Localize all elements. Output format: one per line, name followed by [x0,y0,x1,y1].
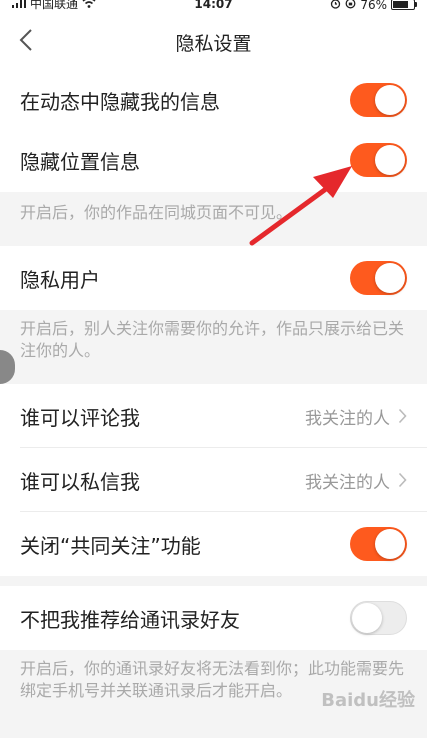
setting-row-recommend-contacts: 不把我推荐给通讯录好友 [0,586,427,650]
setting-row-private-user: 隐私用户 [0,246,427,310]
setting-row-who-can-message[interactable]: 谁可以私信我 我关注的人 [0,448,427,512]
toggle-knob [375,145,405,175]
setting-label-mutual-follow: 关闭“共同关注”功能 [20,533,201,558]
watermark: Baidu经验 [321,690,415,711]
alarm-icon [330,0,341,11]
battery-percent: 76% [360,0,387,12]
setting-label-who-can-message: 谁可以私信我 [20,469,140,494]
status-bar: 中国联通 14:07 76% [0,0,427,12]
nav-bar: 隐私设置 [0,12,427,68]
toggle-hide-location[interactable] [350,143,407,177]
toggle-knob [375,263,405,293]
setting-label-recommend-contacts: 不把我推荐给通讯录好友 [20,607,240,632]
note-private-user: 开启后，别人关注你需要你的允许，作品只展示给已关注你的人。 [20,319,405,360]
setting-row-hide-location: 隐藏位置信息 [0,128,427,192]
toggle-mutual-follow[interactable] [350,527,407,561]
setting-label-private-user: 隐私用户 [20,267,100,292]
toggle-recommend-contacts[interactable] [350,601,407,635]
chevron-right-icon [398,408,407,424]
status-right: 76% [330,0,417,12]
setting-label-hide-location: 隐藏位置信息 [20,149,140,174]
toggle-knob [375,85,405,115]
orientation-lock-icon [345,0,356,11]
setting-row-mutual-follow: 关闭“共同关注”功能 [0,512,427,576]
toggle-private-user[interactable] [350,261,407,295]
chevron-right-icon [398,472,407,488]
setting-row-hide-in-feed: 在动态中隐藏我的信息 [0,68,427,132]
toggle-knob [352,603,382,633]
battery-icon [391,0,417,10]
assistive-touch-handle[interactable] [0,350,15,384]
note-hide-location: 开启后，你的作品在同城页面不可见。 [20,203,293,222]
setting-value-who-can-comment: 我关注的人 [305,408,390,429]
setting-label-who-can-comment: 谁可以评论我 [20,405,140,430]
setting-row-who-can-comment[interactable]: 谁可以评论我 我关注的人 [0,384,427,448]
battery-fill [393,1,409,8]
toggle-knob [375,529,405,559]
toggle-hide-in-feed[interactable] [350,83,407,117]
setting-label-hide-in-feed: 在动态中隐藏我的信息 [20,89,220,114]
page-title: 隐私设置 [175,33,252,55]
setting-value-who-can-message: 我关注的人 [305,472,390,493]
